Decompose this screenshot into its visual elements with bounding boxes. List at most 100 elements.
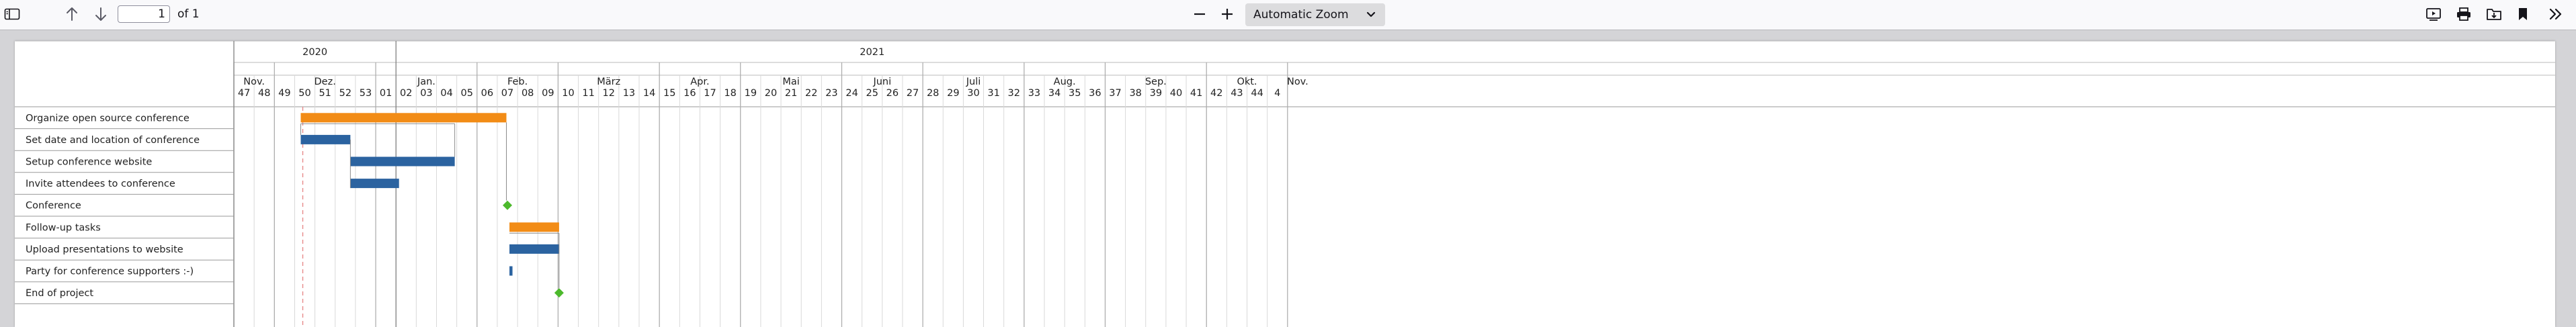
- previous-page-arrow-up-icon[interactable]: [63, 5, 81, 24]
- week-label: 29: [947, 88, 959, 99]
- week-label: 16: [683, 88, 696, 99]
- week-label: 06: [481, 88, 493, 99]
- week-label: 36: [1089, 88, 1101, 99]
- summary-bar: [300, 113, 507, 123]
- month-label: Jan.: [417, 77, 435, 87]
- week-label: 25: [866, 88, 878, 99]
- week-label: 38: [1129, 88, 1141, 99]
- month-label: Dez.: [315, 77, 336, 87]
- week-label: 41: [1190, 88, 1202, 99]
- week-label: 09: [542, 88, 554, 99]
- week-label: 39: [1150, 88, 1162, 99]
- month-label: Sep.: [1145, 77, 1167, 87]
- week-label: 07: [501, 88, 513, 99]
- week-label: 52: [339, 88, 351, 99]
- task-name-label: Set date and location of conference: [26, 135, 200, 146]
- gantt-chart: 47 48 49 50 51 52 53 01 02 03 04 05 06 07 08 09 10 11 12 13…: [15, 41, 2555, 327]
- zoom-select[interactable]: Automatic Zoom: [1245, 3, 1385, 26]
- page-number-input[interactable]: 1: [118, 5, 170, 23]
- week-label: 19: [745, 88, 757, 99]
- week-label: 24: [845, 88, 858, 99]
- week-label: 4: [1274, 88, 1280, 99]
- year-label: 2020: [302, 47, 327, 58]
- week-label: 30: [967, 88, 979, 99]
- sidebar-toggle-icon[interactable]: [3, 5, 22, 24]
- zoom-out-minus-icon[interactable]: [1190, 5, 1209, 24]
- task-name-label: Follow-up tasks: [26, 222, 101, 233]
- week-label: 14: [643, 88, 655, 99]
- week-label: 17: [704, 88, 716, 99]
- week-label: 37: [1109, 88, 1121, 99]
- week-label: 48: [258, 88, 270, 99]
- summary-bar: [509, 222, 559, 232]
- month-label: Nov.: [243, 77, 265, 87]
- tools-double-chevron-right-icon[interactable]: [2546, 5, 2565, 24]
- week-label: 11: [582, 88, 594, 99]
- week-label: 43: [1231, 88, 1243, 99]
- week-label: 12: [603, 88, 615, 99]
- week-label: 27: [907, 88, 919, 99]
- week-label: 53: [360, 88, 372, 99]
- next-page-arrow-down-icon[interactable]: [91, 5, 110, 24]
- print-icon[interactable]: [2454, 5, 2473, 24]
- week-label: 04: [440, 88, 452, 99]
- month-label: Juni: [872, 77, 891, 87]
- year-label: 2021: [860, 47, 884, 58]
- month-label: Mai: [782, 77, 799, 87]
- week-label: 40: [1170, 88, 1182, 99]
- task-name-label: Organize open source conference: [26, 113, 190, 124]
- week-label: 22: [805, 88, 817, 99]
- week-label: 50: [298, 88, 310, 99]
- week-label: 13: [623, 88, 635, 99]
- page-count-label: of 1: [177, 7, 200, 21]
- task-bar: [509, 244, 559, 254]
- week-label: 21: [785, 88, 797, 99]
- week-label: 20: [765, 88, 777, 99]
- week-label: 23: [825, 88, 837, 99]
- task-bar: [300, 134, 351, 144]
- task-bar: [350, 179, 399, 189]
- month-label: Okt.: [1237, 77, 1257, 87]
- week-label: 32: [1008, 88, 1020, 99]
- zoom-select-value: Automatic Zoom: [1253, 8, 1349, 21]
- week-label: 31: [987, 88, 999, 99]
- week-label: 26: [886, 88, 899, 99]
- task-name-label: Upload presentations to website: [26, 244, 183, 255]
- week-label: 03: [420, 88, 432, 99]
- week-label: 51: [319, 88, 331, 99]
- month-label: Feb.: [507, 77, 528, 87]
- week-label: 02: [400, 88, 412, 99]
- task-name-label: Conference: [26, 201, 81, 212]
- bookmark-icon[interactable]: [2513, 5, 2532, 24]
- week-label: 44: [1251, 88, 1263, 99]
- week-label: 49: [278, 88, 290, 99]
- month-label: Nov.: [1287, 77, 1308, 87]
- week-label: 34: [1048, 88, 1061, 99]
- month-label: März: [597, 77, 620, 87]
- document-viewer[interactable]: 47 48 49 50 51 52 53 01 02 03 04 05 06 07 08 09 10 11 12 13…: [0, 30, 2576, 327]
- week-label: 47: [238, 88, 250, 99]
- week-label: 05: [460, 88, 472, 99]
- task-name-label: Setup conference website: [26, 157, 152, 168]
- pdf-page: 47 48 49 50 51 52 53 01 02 03 04 05 06 07 08 09 10 11 12 13…: [15, 41, 2555, 327]
- week-label: 01: [380, 88, 392, 99]
- week-label: 28: [927, 88, 939, 99]
- week-label: 35: [1069, 88, 1081, 99]
- week-label: 33: [1028, 88, 1040, 99]
- month-label: Juli: [966, 77, 981, 87]
- task-bar: [509, 266, 513, 276]
- save-icon[interactable]: [2485, 5, 2503, 24]
- zoom-in-plus-icon[interactable]: [1218, 5, 1237, 24]
- task-bar: [350, 156, 455, 167]
- task-name-label: Party for conference supporters :-): [26, 267, 194, 277]
- week-label: 15: [663, 88, 675, 99]
- week-label: 42: [1210, 88, 1222, 99]
- pdf-toolbar: 1 of 1 Automatic Zoom: [0, 0, 2576, 30]
- task-name-label: End of project: [26, 288, 93, 299]
- task-name-label: Invite attendees to conference: [26, 179, 175, 189]
- week-label: 18: [724, 88, 736, 99]
- month-label: Apr.: [690, 77, 709, 87]
- presentation-mode-icon[interactable]: [2424, 5, 2443, 24]
- month-label: Aug.: [1054, 77, 1076, 87]
- week-label: 10: [562, 88, 574, 99]
